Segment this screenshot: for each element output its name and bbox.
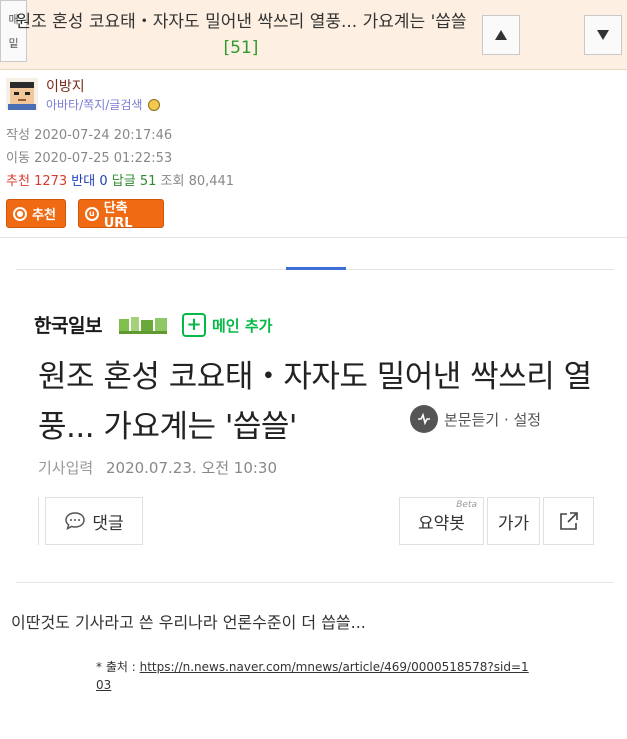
font-size-label: 가가 [497,513,530,534]
recommend-button[interactable]: ● 추천 [6,199,66,228]
reply-label: 답글 [111,174,136,189]
views-label: 조회 [160,174,185,189]
post-title: 원조 혼성 코요태・자자도 밀어낸 싹쓰리 열풍... 가요계는 '씁쓸 [51… [6,9,476,61]
summary-button-label: 요약봇 [418,513,465,534]
stats-row: 추천 1273 반대 0 답글 51 조회 80,441 [6,170,234,189]
oppose-label: 반대 [71,174,96,189]
recommend-count: 1273 [34,174,68,189]
next-post-button[interactable] [584,15,622,55]
moved-date-row: 이동 2020-07-25 01:22:53 [6,147,172,166]
divider [16,582,614,583]
listen-label: 본문듣기 · 설정 [444,410,542,429]
prev-post-button[interactable] [482,15,520,55]
author-links[interactable]: 아바타/쪽지/글검색 [46,96,161,113]
triangle-up-icon [495,30,507,40]
reply-count: 51 [139,174,157,189]
smiley-icon [148,98,161,111]
add-main-button[interactable]: + 메인 추가 [182,312,272,338]
divider [0,237,627,238]
divider [38,497,39,545]
summary-button[interactable]: Beta 요약봇 [399,497,484,545]
post-header: 원조 혼성 코요태・자자도 밀어낸 싹쓰리 열풍... 가요계는 '씁쓸 [51… [0,0,627,70]
source-line: * 출처 : https://n.news.naver.com/mnews/ar… [96,658,536,694]
post-body: 이딴것도 기사라고 쓴 우리나라 언론수준이 더 씁쓸... [11,613,366,632]
author-links-text[interactable]: 아바타/쪽지/글검색 [46,96,142,113]
article-tab-active [286,267,346,270]
share-button[interactable] [543,497,594,545]
comment-button[interactable]: 댓글 [45,497,143,545]
written-date-row: 작성 2020-07-24 20:17:46 [6,124,172,143]
oppose-count: 0 [99,174,108,189]
share-icon [559,512,578,530]
source-link[interactable]: https://n.news.naver.com/mnews/article/4… [96,660,529,692]
speech-bubble-icon [65,512,86,530]
moved-label: 이동 [6,151,30,166]
recommend-label: 추천 [6,174,30,189]
thumb-icon: ● [13,206,27,221]
beta-badge: Beta [456,500,477,510]
views-count: 80,441 [188,174,235,189]
written-label: 작성 [6,128,30,143]
anniversary-logo-icon [117,315,169,335]
article-headline: 원조 혼성 코요태・자자도 밀어낸 싹쓰리 열풍... 가요계는 '씁쓸' [38,359,592,445]
recommend-button-label: 추천 [32,208,56,223]
moved-date: 2020-07-25 01:22:53 [34,151,173,166]
article-date: 기사입력 2020.07.23. 오전 10:30 [38,457,277,478]
article-date-label: 기사입력 [38,459,94,477]
listen-setting[interactable]: 본문듣기 · 설정 [410,405,541,433]
link-icon: u [85,206,99,221]
short-url-button[interactable]: u 단축URL [78,199,164,231]
add-main-label: 메인 추가 [212,316,273,335]
source-label: * 출처 : [96,660,136,674]
post-title-text: 원조 혼성 코요태・자자도 밀어낸 싹쓰리 열풍... 가요계는 '씁쓸 [15,12,467,32]
avatar[interactable] [6,78,38,110]
triangle-down-icon [597,30,609,40]
comment-count[interactable]: [51] [224,38,259,58]
font-size-button[interactable]: 가가 [487,497,540,545]
press-logo[interactable]: 한국일보 [34,311,102,338]
author-name[interactable]: 이방지 [46,76,85,96]
article-date-value: 2020.07.23. 오전 10:30 [105,459,278,477]
written-date: 2020-07-24 20:17:46 [34,128,173,143]
comment-button-label: 댓글 [92,513,124,534]
short-url-button-label: 단축URL [103,200,133,231]
plus-icon: + [182,313,206,337]
speaker-icon [410,405,438,433]
